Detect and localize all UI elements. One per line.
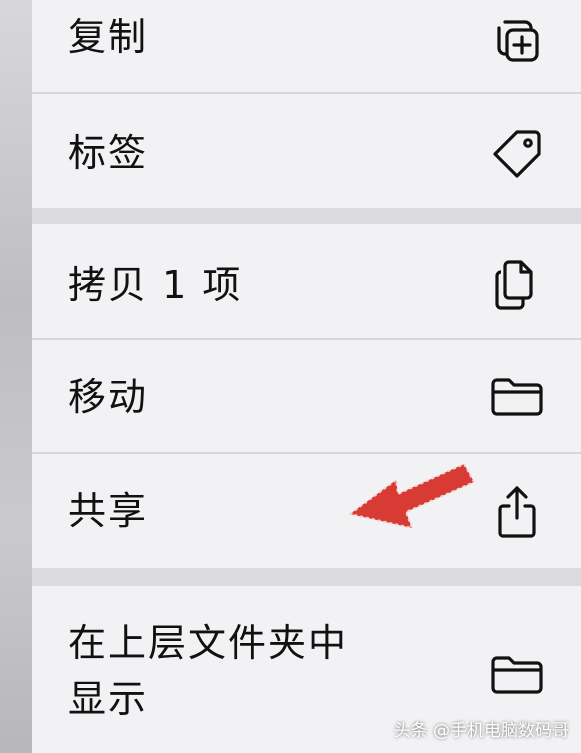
red-arrow-icon [340,456,480,540]
share-icon [487,482,547,542]
watermark: 头条 @手机电脑数码哥 [393,721,569,741]
menu-item-label: 标签 [68,131,149,175]
menu-item-label: 共享 [68,489,149,533]
menu-item-label: 复制 [68,15,149,59]
folder-icon [487,366,547,426]
menu-item-tag[interactable]: 标签 [32,94,581,208]
menu-item-label: 移动 [68,375,149,419]
menu-group-1: 复制 标签 [32,0,581,208]
context-menu: 复制 标签 拷贝 1 项 移动 共享 在上层文件夹中 显示 [32,0,581,753]
tag-icon [487,124,547,184]
copy-documents-icon [487,254,547,314]
background-app-edge [0,0,32,753]
menu-group-2: 拷贝 1 项 移动 共享 [32,224,581,568]
menu-item-duplicate[interactable]: 复制 [32,0,581,92]
menu-item-move[interactable]: 移动 [32,340,581,452]
menu-item-label: 拷贝 1 项 [68,263,243,307]
menu-item-label-line-2: 显示 [68,677,149,721]
menu-item-label-line-1: 在上层文件夹中 [68,621,349,665]
folder-icon [487,644,547,704]
menu-item-copy-1-item[interactable]: 拷贝 1 项 [32,224,581,338]
duplicate-icon [487,10,547,70]
menu-item-share[interactable]: 共享 [32,454,581,568]
